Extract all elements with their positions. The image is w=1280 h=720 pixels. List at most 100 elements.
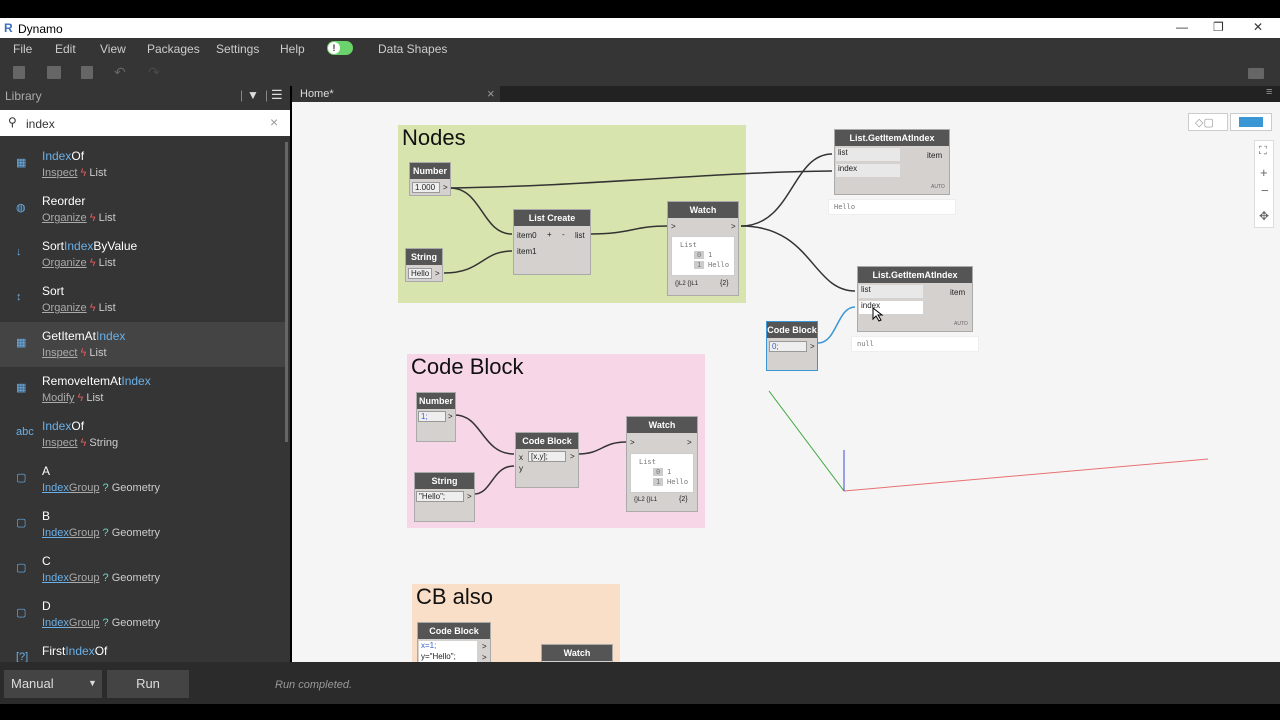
- wire[interactable]: [443, 250, 513, 274]
- library-item[interactable]: ▢ C IndexGroup ? Geometry: [0, 547, 286, 592]
- library-item[interactable]: ▢ D IndexGroup ? Geometry: [0, 592, 286, 637]
- watch-node[interactable]: Watch: [541, 644, 613, 662]
- code-line[interactable]: y="Hello";: [419, 652, 477, 662]
- input-port-x[interactable]: x: [519, 453, 523, 462]
- input-port-index[interactable]: index: [859, 301, 923, 314]
- input-port-item1[interactable]: item1: [517, 247, 537, 256]
- category-link[interactable]: Inspect: [42, 167, 77, 179]
- library-item[interactable]: ↓ SortIndexByValue Organize ϟ List: [0, 232, 286, 277]
- input-port-item0[interactable]: item0: [517, 231, 537, 240]
- category-link[interactable]: Group: [69, 572, 100, 584]
- input-port[interactable]: >: [671, 222, 676, 231]
- string-node[interactable]: String "Hello"; >: [414, 472, 475, 522]
- category-link[interactable]: Index: [42, 617, 69, 629]
- save-icon[interactable]: [81, 66, 93, 79]
- category-link[interactable]: Index: [42, 572, 69, 584]
- category-link[interactable]: Inspect: [42, 437, 77, 449]
- wire[interactable]: [817, 306, 856, 344]
- output-port[interactable]: >: [482, 653, 487, 662]
- output-port[interactable]: >: [570, 452, 575, 461]
- wire[interactable]: [740, 225, 856, 292]
- library-item[interactable]: ↕ Sort Organize ϟ List: [0, 277, 286, 322]
- code-block-node[interactable]: Code Block x y [x,y]; >: [515, 432, 579, 488]
- string-input[interactable]: "Hello";: [416, 491, 464, 502]
- number-input[interactable]: 1;: [418, 411, 446, 422]
- number-node[interactable]: Number 1; >: [416, 392, 456, 442]
- code-block-node[interactable]: Code Block 0; >: [766, 321, 818, 371]
- tab-menu-icon[interactable]: ≡: [1266, 86, 1272, 98]
- wire[interactable]: [449, 187, 513, 235]
- string-node[interactable]: String Hello >: [405, 248, 443, 282]
- watch-node[interactable]: Watch > > List 0 1 1 Hello {}L2 {}L1 {2}: [626, 416, 698, 512]
- category-link[interactable]: Group: [69, 617, 100, 629]
- filter-icon[interactable]: ▼: [247, 88, 259, 102]
- library-item[interactable]: ▦ IndexOf Inspect ϟ List: [0, 142, 286, 187]
- category-link[interactable]: Group: [69, 482, 100, 494]
- menu-edit[interactable]: Edit: [55, 42, 76, 56]
- menu-data-shapes[interactable]: Data Shapes: [378, 42, 447, 56]
- code-line[interactable]: x=1;: [419, 641, 477, 652]
- string-input[interactable]: Hello: [408, 268, 432, 279]
- menu-packages[interactable]: Packages: [147, 42, 200, 56]
- output-port[interactable]: >: [731, 222, 736, 231]
- wire[interactable]: [454, 414, 515, 455]
- search-input[interactable]: index: [26, 117, 55, 131]
- menu-help[interactable]: Help: [280, 42, 305, 56]
- category-link[interactable]: Organize: [42, 257, 87, 269]
- number-input[interactable]: 1.000: [412, 182, 440, 193]
- close-button[interactable]: ✕: [1253, 20, 1263, 34]
- menu-view[interactable]: View: [100, 42, 126, 56]
- new-file-icon[interactable]: [13, 66, 25, 79]
- output-port-list[interactable]: list: [575, 231, 585, 240]
- list-view-icon[interactable]: ☰: [271, 87, 283, 103]
- graph-canvas[interactable]: ◇▢ ⛶ + − ✥ Nodes Code Block CB also Numb…: [292, 102, 1280, 662]
- library-item[interactable]: ▢ B IndexGroup ? Geometry: [0, 502, 286, 547]
- library-item[interactable]: ▢ A IndexGroup ? Geometry: [0, 457, 286, 502]
- output-port[interactable]: >: [810, 342, 815, 351]
- output-port-item[interactable]: item: [927, 151, 942, 160]
- input-port-list[interactable]: list: [836, 148, 900, 161]
- category-link[interactable]: Index: [42, 527, 69, 539]
- category-link[interactable]: Index: [42, 482, 69, 494]
- category-link[interactable]: Organize: [42, 212, 87, 224]
- tab-close-icon[interactable]: ×: [487, 86, 495, 101]
- library-item[interactable]: ▦ RemoveItemAtIndex Modify ϟ List: [0, 367, 286, 412]
- code-block-node[interactable]: Code Block x=1; y="Hello"; > >: [417, 622, 491, 662]
- maximize-button[interactable]: ❐: [1213, 20, 1224, 34]
- run-button[interactable]: Run: [107, 670, 189, 698]
- code-input[interactable]: 0;: [769, 341, 807, 352]
- library-item[interactable]: ▦ GetItemAtIndex Inspect ϟ List: [0, 322, 286, 367]
- library-item[interactable]: abc IndexOf Inspect ϟ String: [0, 412, 286, 457]
- remove-input-button[interactable]: -: [562, 230, 565, 239]
- wire[interactable]: [473, 465, 515, 495]
- add-input-button[interactable]: +: [547, 230, 552, 239]
- minimize-button[interactable]: —: [1176, 20, 1188, 34]
- input-port-y[interactable]: y: [519, 464, 523, 473]
- clear-search-icon[interactable]: ×: [270, 114, 278, 130]
- wire[interactable]: [589, 225, 669, 235]
- wire[interactable]: [740, 153, 833, 227]
- output-port[interactable]: >: [467, 492, 472, 501]
- input-port-index[interactable]: index: [836, 164, 900, 177]
- run-mode-dropdown[interactable]: Manual ▼: [4, 670, 102, 698]
- wire[interactable]: [577, 441, 627, 455]
- search-bar[interactable]: ⚲ index ×: [0, 110, 290, 136]
- output-port[interactable]: >: [687, 438, 692, 447]
- output-port[interactable]: >: [435, 269, 440, 278]
- undo-icon[interactable]: ↶: [114, 64, 126, 81]
- menu-file[interactable]: File: [13, 42, 32, 56]
- open-file-icon[interactable]: [47, 66, 61, 79]
- redo-icon[interactable]: ↷: [148, 64, 160, 81]
- input-port-list[interactable]: list: [859, 285, 923, 298]
- library-item[interactable]: ◍ Reorder Organize ϟ List: [0, 187, 286, 232]
- category-link[interactable]: Modify: [42, 392, 74, 404]
- notification-toggle[interactable]: !: [327, 41, 353, 55]
- input-port[interactable]: >: [630, 438, 635, 447]
- get-item-at-index-node[interactable]: List.GetItemAtIndex list index item AUTO: [834, 129, 950, 195]
- camera-icon[interactable]: [1248, 68, 1264, 79]
- code-input[interactable]: [x,y];: [528, 451, 566, 462]
- category-link[interactable]: Organize: [42, 302, 87, 314]
- library-scrollbar[interactable]: [285, 142, 288, 442]
- output-port[interactable]: >: [482, 642, 487, 651]
- category-link[interactable]: Inspect: [42, 347, 77, 359]
